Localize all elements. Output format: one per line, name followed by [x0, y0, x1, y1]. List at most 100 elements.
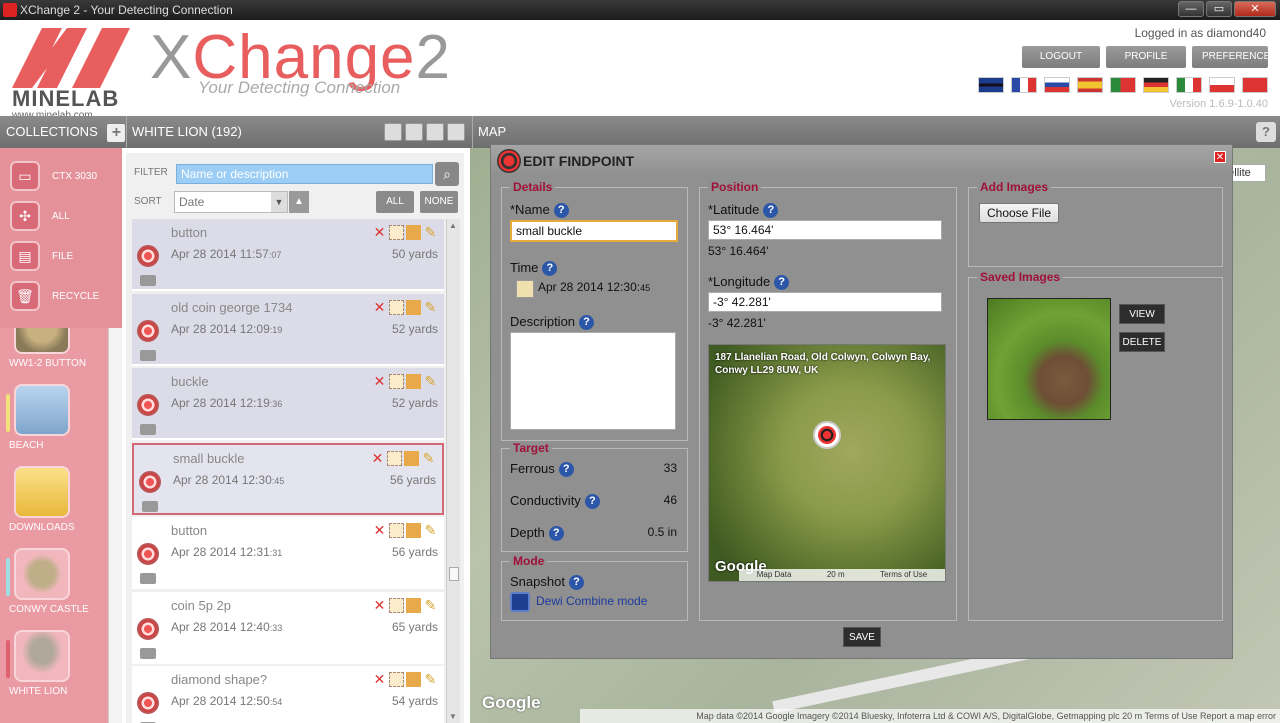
edit-pencil-icon[interactable]: ✎	[423, 672, 438, 687]
grid-icon[interactable]	[406, 523, 421, 538]
move-findpoint-icon[interactable]	[389, 374, 404, 389]
spain-flag-icon[interactable]	[1077, 77, 1103, 93]
description-field[interactable]	[510, 332, 676, 430]
close-window-button[interactable]: ✕	[1234, 1, 1276, 17]
collection-item[interactable]: WW1-2 BUTTON	[4, 328, 102, 384]
help-icon[interactable]: ?	[553, 203, 569, 219]
close-icon[interactable]: ✕	[1214, 151, 1226, 163]
move-findpoint-icon[interactable]	[389, 672, 404, 687]
germany-flag-icon[interactable]	[1143, 77, 1169, 93]
save-button[interactable]: SAVE	[843, 627, 881, 647]
grid-icon[interactable]	[406, 374, 421, 389]
sidebar-item-recycle[interactable]: 🗑 RECYCLE	[10, 278, 120, 314]
delete-findpoint-icon[interactable]: ✕	[370, 450, 385, 466]
latitude-field[interactable]: 53° 16.464'	[708, 220, 942, 240]
delete-findpoint-icon[interactable]: ✕	[372, 374, 387, 389]
collection-item[interactable]: DOWNLOADS	[4, 466, 102, 548]
delete-findpoint-icon[interactable]: ✕	[372, 672, 387, 687]
move-findpoint-icon[interactable]	[389, 299, 404, 315]
longitude-field[interactable]: -3° 42.281'	[708, 292, 942, 312]
delete-collection-icon[interactable]	[405, 123, 423, 141]
list-item[interactable]: button Apr 28 2014 11:57:07 50 yards ✕ ✎	[132, 219, 444, 291]
help-icon[interactable]: ?	[568, 575, 584, 591]
turkey-flag-icon[interactable]	[1242, 77, 1268, 93]
sidebar-item-all[interactable]: ✣ ALL	[10, 198, 120, 234]
edit-pencil-icon[interactable]: ✎	[423, 225, 438, 240]
sort-ascending-icon[interactable]: ▲	[289, 191, 309, 213]
collection-item[interactable]: WHITE LION	[4, 630, 102, 712]
move-findpoint-icon[interactable]	[389, 523, 404, 538]
delete-findpoint-icon[interactable]: ✕	[372, 225, 387, 240]
export-collection-icon[interactable]	[447, 123, 465, 141]
terms-link[interactable]: Terms of Use	[880, 569, 927, 581]
collection-item[interactable]: BEACH	[4, 384, 102, 466]
uk-flag-icon[interactable]	[978, 77, 1004, 93]
position-minimap[interactable]: 187 Llanelian Road, Old Colwyn, Colwyn B…	[708, 344, 946, 582]
list-item[interactable]: buckle Apr 28 2014 12:19:36 52 yards ✕ ✎	[132, 368, 444, 440]
italy-flag-icon[interactable]	[1176, 77, 1202, 93]
edit-pencil-icon[interactable]: ✎	[423, 523, 438, 538]
portugal-flag-icon[interactable]	[1110, 77, 1136, 93]
move-findpoint-icon[interactable]	[389, 597, 404, 613]
edit-pencil-icon[interactable]: ✎	[421, 450, 436, 466]
minimize-button[interactable]: —	[1178, 1, 1204, 17]
select-all-button[interactable]: ALL	[376, 191, 414, 213]
preferences-button[interactable]: PREFERENCES	[1192, 46, 1277, 68]
list-item[interactable]: diamond shape? Apr 28 2014 12:50:54 54 yar…	[132, 666, 444, 723]
saved-find-photo[interactable]	[987, 298, 1111, 420]
edit-pencil-icon[interactable]: ✎	[423, 374, 438, 389]
merge-collection-icon[interactable]	[426, 123, 444, 141]
sidebar-item-ctx3030[interactable]: ▭ CTX 3030	[10, 158, 120, 194]
delete-image-button[interactable]: DELETE	[1119, 332, 1165, 352]
choose-file-button[interactable]: Choose File	[979, 203, 1059, 223]
sidebar-item-file[interactable]: ▤ FILE	[10, 238, 120, 274]
list-scrollbar[interactable]: ▲ ▼	[446, 219, 460, 723]
help-icon[interactable]: ?	[774, 275, 790, 291]
edit-pencil-icon[interactable]: ✎	[423, 597, 438, 613]
snapshot-mode-link[interactable]: Dewi Combine mode	[536, 594, 647, 608]
help-icon[interactable]: ?	[542, 261, 558, 277]
list-item[interactable]: old coin george 1734 Apr 28 2014 12:09:19…	[132, 293, 444, 366]
scroll-thumb[interactable]	[449, 567, 459, 581]
move-findpoint-icon[interactable]	[389, 225, 404, 240]
grid-icon[interactable]	[406, 299, 421, 315]
profile-button[interactable]: PROFILE	[1106, 46, 1186, 68]
list-item[interactable]: button Apr 28 2014 12:31:31 56 yards ✕ ✎	[132, 517, 444, 589]
grid-icon[interactable]	[406, 225, 421, 240]
add-collection-icon[interactable]: +	[107, 123, 126, 142]
grid-icon[interactable]	[406, 597, 421, 613]
delete-findpoint-icon[interactable]: ✕	[372, 523, 387, 538]
map-pin-icon[interactable]	[813, 421, 841, 449]
help-icon[interactable]: ?	[584, 494, 600, 510]
maximize-button[interactable]: ▭	[1206, 1, 1232, 17]
list-item[interactable]: coin 5p 2p Apr 28 2014 12:40:33 65 yards ✕ ✎	[132, 591, 444, 664]
edit-pencil-icon[interactable]: ✎	[423, 299, 438, 315]
sort-select[interactable]: Date ▼	[174, 191, 288, 213]
list-item[interactable]: small buckle Apr 28 2014 12:30:45 56 yards…	[132, 442, 444, 515]
logout-button[interactable]: LOGOUT	[1022, 46, 1100, 68]
delete-findpoint-icon[interactable]: ✕	[372, 299, 387, 315]
edit-collection-icon[interactable]	[384, 123, 402, 141]
scroll-up-icon[interactable]: ▲	[449, 221, 457, 230]
view-image-button[interactable]: VIEW	[1119, 304, 1165, 324]
help-button[interactable]: ?	[1256, 122, 1276, 142]
grid-icon[interactable]	[406, 672, 421, 687]
name-field[interactable]: small buckle	[510, 220, 678, 242]
search-icon[interactable]: ⌕	[435, 162, 459, 186]
map-data-link[interactable]: Map Data	[757, 569, 792, 581]
help-icon[interactable]: ?	[558, 462, 574, 478]
select-none-button[interactable]: NONE	[420, 191, 458, 213]
filter-input[interactable]: Name or description	[176, 164, 433, 184]
help-icon[interactable]: ?	[579, 315, 595, 331]
poland-flag-icon[interactable]	[1209, 77, 1235, 93]
help-icon[interactable]: ?	[763, 203, 779, 219]
collection-item[interactable]: CONWY CASTLE	[4, 548, 102, 630]
calendar-edit-icon[interactable]	[516, 280, 534, 298]
move-findpoint-icon[interactable]	[387, 450, 402, 466]
help-icon[interactable]: ?	[548, 526, 564, 542]
collection-scrollbar[interactable]	[108, 328, 122, 723]
delete-findpoint-icon[interactable]: ✕	[372, 597, 387, 613]
grid-icon[interactable]	[404, 450, 419, 466]
russia-flag-icon[interactable]	[1044, 77, 1070, 93]
scroll-down-icon[interactable]: ▼	[449, 712, 457, 721]
